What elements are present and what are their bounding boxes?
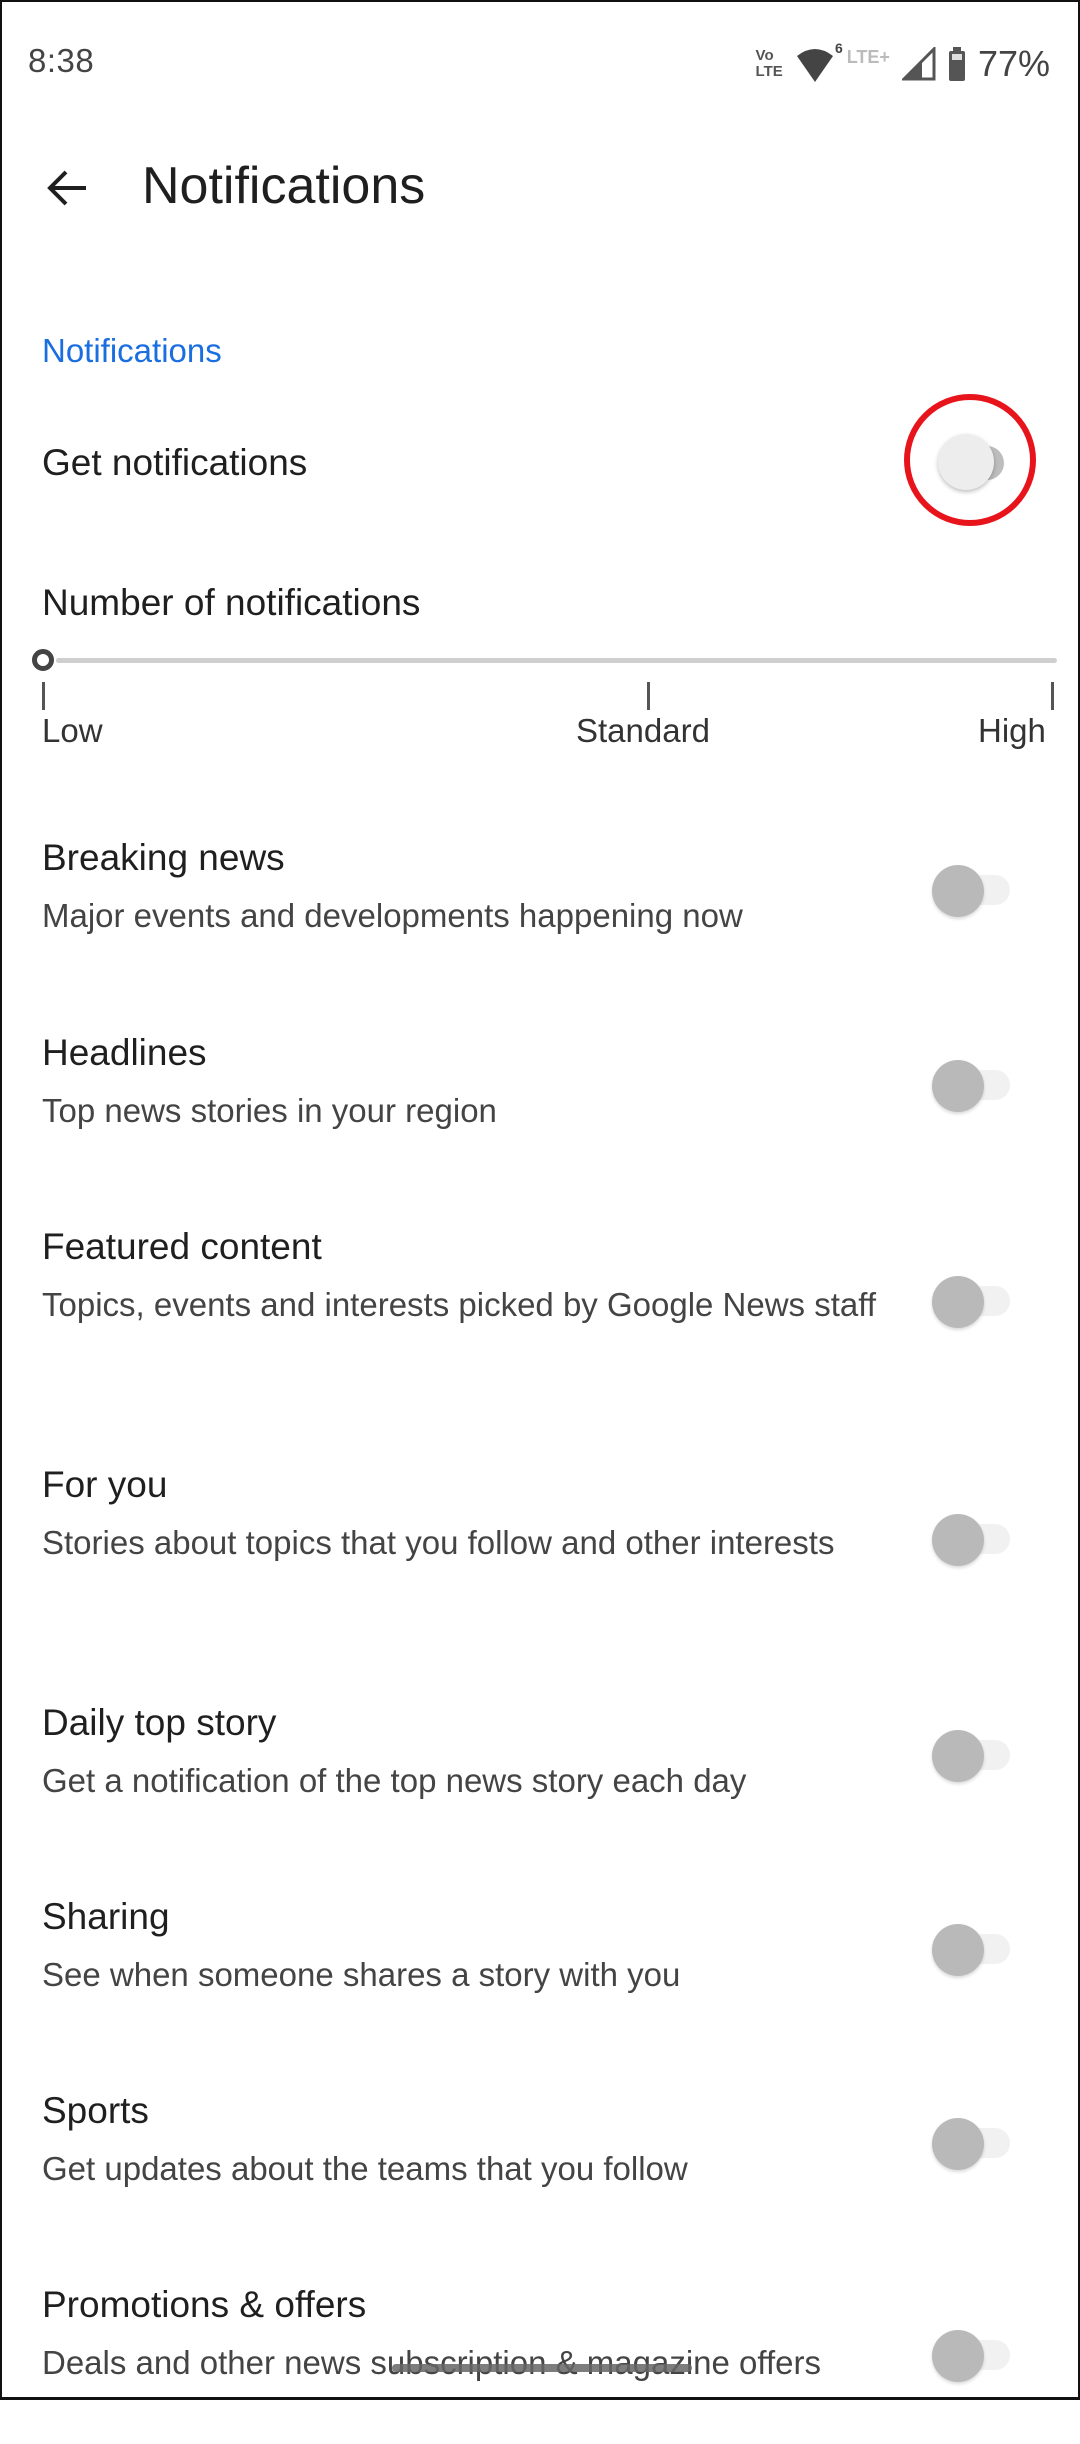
category-row-featured-content[interactable]: Featured content Topics, events and inte… (2, 1226, 1078, 1386)
toggle-thumb (932, 1514, 984, 1566)
wifi-icon: 6 (795, 40, 843, 84)
breaking-news-toggle[interactable] (932, 861, 1022, 921)
category-description: Deals and other news subscription & maga… (42, 2344, 821, 2381)
cell-signal-icon (900, 45, 936, 81)
category-description: Get updates about the teams that you fol… (42, 2150, 688, 2187)
category-title: Featured content (42, 1226, 322, 1267)
toggle-thumb (932, 1730, 984, 1782)
status-bar: 8:38 Vo LTE 6 LTE+ 77% (2, 2, 1078, 128)
gesture-nav-handle[interactable] (392, 2364, 692, 2372)
category-description: See when someone shares a story with you (42, 1956, 681, 1993)
volte-icon: Vo LTE (756, 48, 783, 80)
lte-plus-icon: LTE+ (846, 46, 890, 67)
for-you-toggle[interactable] (932, 1510, 1022, 1570)
get-notifications-row[interactable]: Get notifications (2, 432, 1078, 532)
slider-label-low: Low (42, 712, 103, 749)
page-title: Notifications (142, 157, 426, 215)
category-row-sports[interactable]: Sports Get updates about the teams that … (2, 2090, 1078, 2210)
category-title: Sharing (42, 1896, 170, 1937)
category-row-sharing[interactable]: Sharing See when someone shares a story … (2, 1896, 1078, 2016)
slider-label-high: High (978, 712, 1046, 749)
back-button[interactable] (38, 158, 98, 218)
toggle-thumb (932, 1276, 984, 1328)
toggle-thumb (932, 1060, 984, 1112)
promotions-offers-toggle[interactable] (932, 2326, 1022, 2386)
category-description: Top news stories in your region (42, 1092, 497, 1129)
category-row-breaking-news[interactable]: Breaking news Major events and developme… (2, 837, 1078, 957)
category-title: Breaking news (42, 837, 285, 878)
category-row-for-you[interactable]: For you Stories about topics that you fo… (2, 1464, 1078, 1624)
battery-percent: 77% (977, 43, 1050, 84)
category-title: Promotions & offers (42, 2284, 367, 2325)
category-title: Sports (42, 2090, 149, 2131)
volte-bottom-text: LTE (755, 63, 783, 80)
section-header: Notifications (42, 332, 222, 369)
sports-toggle[interactable] (932, 2114, 1022, 2174)
category-title: Daily top story (42, 1702, 277, 1743)
status-icons: Vo LTE 6 LTE+ 77% (756, 40, 1050, 86)
slider-tick-standard (647, 682, 650, 710)
app-bar: Notifications (2, 128, 1078, 248)
volte-top-text: Vo (755, 47, 774, 64)
arrow-left-icon (47, 170, 86, 206)
daily-top-story-toggle[interactable] (932, 1726, 1022, 1786)
slider-label: Number of notifications (42, 582, 421, 623)
get-notifications-toggle[interactable] (910, 432, 1004, 492)
featured-content-toggle[interactable] (932, 1272, 1022, 1332)
category-row-daily-top-story[interactable]: Daily top story Get a notification of th… (2, 1702, 1078, 1822)
battery-icon (948, 47, 966, 81)
toggle-thumb (932, 865, 984, 917)
slider-thumb[interactable] (32, 649, 54, 671)
slider-rail (56, 658, 1057, 663)
slider-label-standard: Standard (576, 712, 710, 749)
category-description: Major events and developments happening … (42, 897, 743, 934)
category-row-headlines[interactable]: Headlines Top news stories in your regio… (2, 1032, 1078, 1152)
slider-tick-high (1051, 682, 1054, 710)
headlines-toggle[interactable] (932, 1056, 1022, 1116)
category-description: Topics, events and interests picked by G… (42, 1286, 876, 1323)
category-title: For you (42, 1464, 168, 1505)
toggle-thumb (932, 1924, 984, 1976)
status-time: 8:38 (28, 42, 95, 79)
notification-frequency-slider[interactable] (32, 647, 1057, 677)
category-description: Get a notification of the top news story… (42, 1762, 747, 1799)
wifi-badge: 6 (834, 40, 843, 56)
category-description: Stories about topics that you follow and… (42, 1524, 835, 1561)
slider-tick-low (42, 682, 45, 710)
sharing-toggle[interactable] (932, 1920, 1022, 1980)
category-title: Headlines (42, 1032, 207, 1073)
toggle-thumb (932, 2330, 984, 2382)
toggle-thumb (938, 434, 994, 490)
toggle-thumb (932, 2118, 984, 2170)
get-notifications-label: Get notifications (42, 442, 308, 483)
